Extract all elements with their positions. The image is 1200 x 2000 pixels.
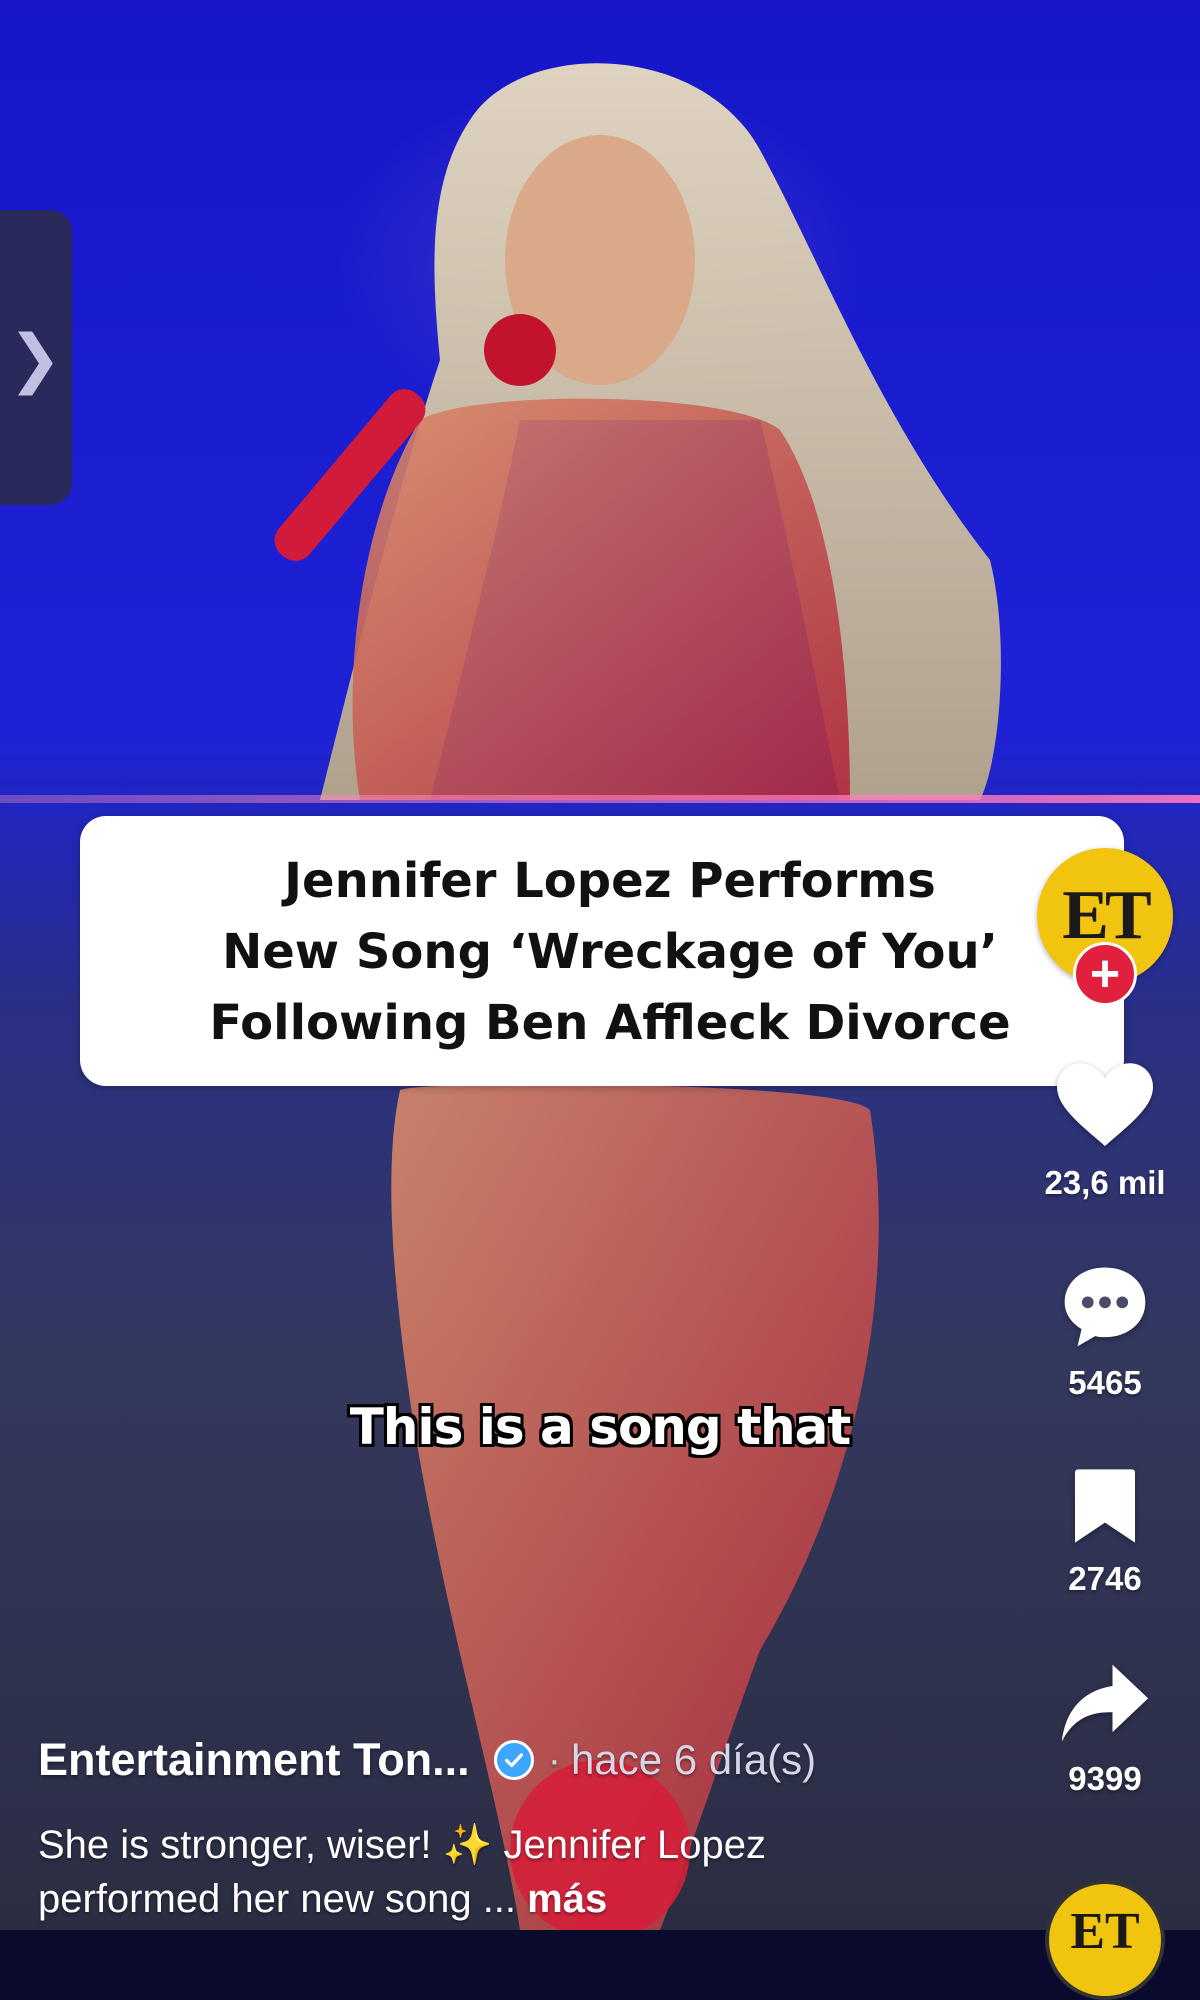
- video-description[interactable]: She is stronger, wiser! ✨ Jennifer Lopez…: [38, 1818, 818, 1926]
- like-count: 23,6 mil: [1044, 1164, 1166, 1201]
- side-panel-toggle[interactable]: ❯: [0, 210, 72, 505]
- chevron-right-icon: ❯: [8, 321, 62, 394]
- music-disc-logo-text: ET: [1070, 1903, 1140, 1960]
- author-line: Entertainment Ton... · hace 6 día(s): [38, 1732, 816, 1788]
- separator-dot: ·: [547, 1737, 562, 1782]
- save-count: 2746: [1068, 1560, 1142, 1597]
- headline-line-1: Jennifer Lopez Performs: [284, 853, 936, 909]
- description-text-start: She is stronger, wiser!: [38, 1823, 443, 1867]
- comment-button[interactable]: 5465: [1040, 1262, 1170, 1402]
- post-time: hace 6 día(s): [571, 1736, 817, 1783]
- share-button[interactable]: 9399: [1040, 1662, 1170, 1798]
- author-name[interactable]: Entertainment Ton...: [38, 1734, 470, 1786]
- follow-button[interactable]: +: [1073, 942, 1137, 1006]
- headline-text: Jennifer Lopez Performs New Song ‘Wrecka…: [110, 846, 1110, 1059]
- heart-icon: [1057, 1063, 1153, 1146]
- share-arrow-icon: [1061, 1664, 1149, 1742]
- headline-card: Jennifer Lopez Performs New Song ‘Wrecka…: [80, 816, 1124, 1086]
- headline-line-2: New Song ‘Wreckage of You’: [222, 924, 998, 980]
- save-button[interactable]: 2746: [1040, 1466, 1170, 1598]
- headline-line-3: Following Ben Affleck Divorce: [209, 995, 1011, 1051]
- stage-edge-light: [0, 795, 1200, 803]
- music-disc[interactable]: ET: [1045, 1880, 1165, 2000]
- video-subtitle: This is a song that: [349, 1398, 852, 1456]
- like-button[interactable]: 23,6 mil: [1040, 1062, 1170, 1202]
- comment-icon: [1064, 1267, 1146, 1347]
- see-more-link[interactable]: más: [527, 1877, 607, 1921]
- comment-count: 5465: [1068, 1364, 1142, 1401]
- verified-badge-icon: [493, 1740, 534, 1780]
- bookmark-icon: [1075, 1469, 1135, 1543]
- share-count: 9399: [1068, 1760, 1142, 1797]
- sparkle-emoji-icon: ✨: [442, 1823, 493, 1867]
